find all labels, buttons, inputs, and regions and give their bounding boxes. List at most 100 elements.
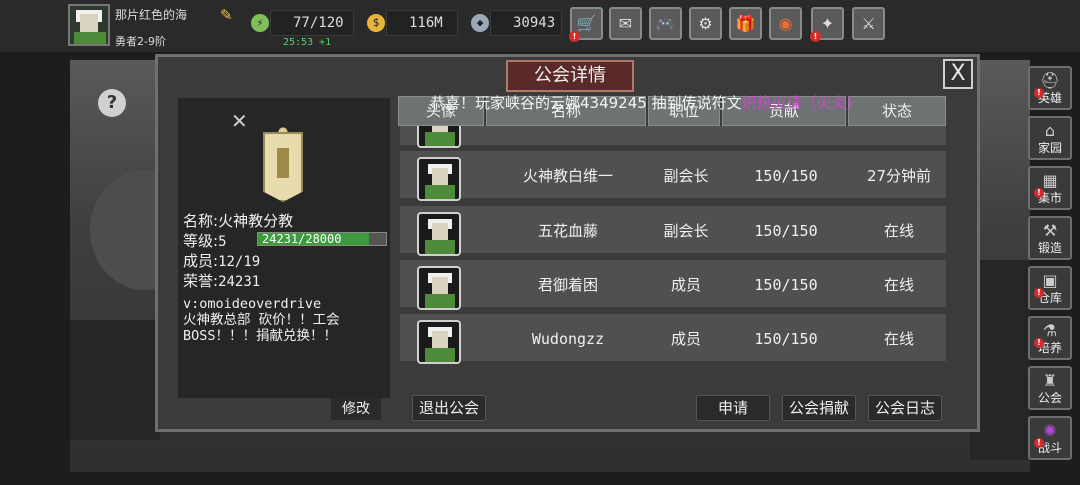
sword-burst-icon: ✦ xyxy=(820,14,835,33)
nav-home[interactable]: ⌂ 家园 xyxy=(1028,116,1072,160)
nav-guild[interactable]: ♜ 公会 xyxy=(1028,366,1072,410)
table-row[interactable]: 8486887 xyxy=(400,126,946,148)
guild-level-row: 等级:5 xyxy=(183,230,227,251)
announcement-highlight: 炽热火球（火炎） xyxy=(741,94,862,112)
edit-icon[interactable]: ✎ xyxy=(220,7,236,23)
nav-battle[interactable]: ✺! 战斗 xyxy=(1028,416,1072,460)
gift-icon: 🎁 xyxy=(735,14,756,33)
gear-icon: ⚙ xyxy=(698,14,713,33)
nav-hero[interactable]: ⛑! 英雄 xyxy=(1028,66,1072,110)
guild-icon: ♜ xyxy=(1042,371,1058,390)
stamina-display: ⚡ 77/120 xyxy=(251,10,354,36)
anvil-icon: ⚒ xyxy=(1042,221,1058,240)
member-avatar xyxy=(417,320,461,364)
table-row[interactable]: 火神教白维一 副会长 150/150 27分钟前 xyxy=(400,151,946,201)
house-icon: ⌂ xyxy=(1044,121,1056,140)
guild-name-label: 名称: xyxy=(183,212,219,230)
guild-members-row: 成员:12/19 xyxy=(183,250,260,271)
guild-banner-icon xyxy=(258,112,308,202)
guild-name-row: 名称:火神教分教 xyxy=(183,210,293,231)
nav-market[interactable]: ▦! 集市 xyxy=(1028,166,1072,210)
nav-forge-label: 锻造 xyxy=(1037,241,1062,255)
guild-notice: v:omoideoverdrive 火神教总部 砍价！！工会BOSS！！！捐献兑换… xyxy=(183,296,340,344)
member-name: 火神教白维一 xyxy=(522,167,613,185)
guild-members: 12/19 xyxy=(218,254,261,270)
member-contribution: 150/150 xyxy=(754,276,818,294)
question-icon: ? xyxy=(106,92,118,113)
close-small-icon[interactable]: ✕ xyxy=(231,109,248,133)
member-contribution: 150/150 xyxy=(754,167,818,185)
dialog-close-button[interactable]: X xyxy=(943,59,973,89)
color-wheel-icon: ◉ xyxy=(778,14,793,33)
member-position: 成员 xyxy=(670,276,701,294)
shop-cart-icon: 🛒 xyxy=(576,14,597,33)
table-row[interactable]: Wudongzz 成员 150/150 在线 xyxy=(400,314,946,364)
gold-coin-icon: $ xyxy=(367,14,385,32)
nav-forge[interactable]: ⚒ 锻造 xyxy=(1028,216,1072,260)
col-status: 状态 xyxy=(848,96,946,126)
alert-badge-icon: ! xyxy=(1034,438,1044,448)
alert-badge-icon: ! xyxy=(810,31,821,42)
guild-name: 火神教分教 xyxy=(218,212,294,230)
member-status: 27分钟前 xyxy=(866,167,932,185)
alert-badge-icon: ! xyxy=(1034,338,1044,348)
guild-honor: 24231 xyxy=(218,274,261,290)
member-status: 在线 xyxy=(883,276,914,294)
nav-warehouse[interactable]: ▣! 仓库 xyxy=(1028,266,1072,310)
gamepad-button[interactable]: 🎮 xyxy=(649,7,682,40)
mail-button[interactable]: ✉ xyxy=(609,7,642,40)
gold-value: 116M xyxy=(409,15,443,31)
gem-icon: ◆ xyxy=(471,14,489,32)
member-status: 在线 xyxy=(883,222,914,240)
gamepad-icon: 🎮 xyxy=(655,14,676,33)
shop-cart-button[interactable]: 🛒! xyxy=(569,7,603,42)
guild-level-label: 等级: xyxy=(183,232,219,250)
apply-button[interactable]: 申请 xyxy=(696,395,770,421)
member-name: 五花血藤 xyxy=(537,222,598,240)
announcement-text: 恭喜！玩家峡谷的云娜4349245 抽到传说符文 xyxy=(430,94,742,112)
member-name: Wudongzz xyxy=(531,330,605,348)
guild-log-button[interactable]: 公会日志 xyxy=(868,395,942,421)
leave-guild-button[interactable]: 退出公会 xyxy=(412,395,486,421)
member-list[interactable]: 8486887 火神教白维一 副会长 150/150 27分钟前 五花血藤 副会… xyxy=(400,126,946,366)
member-contribution: 150/150 xyxy=(754,222,818,240)
guild-honor-row: 荣誉:24231 xyxy=(183,270,260,291)
member-avatar xyxy=(417,126,461,148)
table-row[interactable]: 君御着困 成员 150/150 在线 xyxy=(400,260,946,310)
gold-display: $ 116M xyxy=(367,10,458,36)
battle-button[interactable]: ⚔ xyxy=(852,7,885,40)
help-button[interactable]: ? xyxy=(98,89,126,117)
crossed-swords-icon: ⚔ xyxy=(861,14,876,33)
member-contribution: 150/150 xyxy=(754,330,818,348)
guild-xp-bar: 24231/28000 xyxy=(257,232,387,246)
guild-donate-button[interactable]: 公会捐献 xyxy=(782,395,856,421)
sword-burst-button[interactable]: ✦! xyxy=(810,7,844,42)
dialog-title: 公会详情 xyxy=(506,60,634,92)
nav-train[interactable]: ⚗! 培养 xyxy=(1028,316,1072,360)
guild-honor-label: 荣誉: xyxy=(183,272,219,290)
guild-level: 5 xyxy=(218,234,227,250)
member-status: 在线 xyxy=(883,330,914,348)
gift-button[interactable]: 🎁 xyxy=(729,7,762,40)
guild-members-label: 成员: xyxy=(183,252,219,270)
stamina-timer: 25:53 +1 xyxy=(283,37,332,48)
settings-button[interactable]: ⚙ xyxy=(689,7,722,40)
member-position: 副会长 xyxy=(663,167,709,185)
alert-badge-icon: ! xyxy=(1034,188,1044,198)
gems-display: ◆ 30943 xyxy=(471,10,562,36)
member-name: 君御着困 xyxy=(537,276,598,294)
player-rank: 勇者2-9阶 xyxy=(115,35,166,48)
stamina-value: 77/120 xyxy=(293,15,344,31)
alert-badge-icon: ! xyxy=(1034,288,1044,298)
modify-button[interactable]: 修改 xyxy=(331,398,381,420)
member-position: 副会长 xyxy=(663,222,709,240)
nav-guild-label: 公会 xyxy=(1037,391,1062,405)
color-wheel-button[interactable]: ◉ xyxy=(769,7,802,40)
member-avatar xyxy=(417,157,461,201)
top-bar: 那片红色的海 ✎ 勇者2-9阶 ⚡ 77/120 25:53 +1 $ 116M… xyxy=(0,0,1080,52)
alert-badge-icon: ! xyxy=(1034,88,1044,98)
mail-icon: ✉ xyxy=(618,14,633,33)
table-row[interactable]: 五花血藤 副会长 150/150 在线 xyxy=(400,206,946,256)
player-avatar[interactable] xyxy=(68,4,110,46)
gems-value: 30943 xyxy=(513,15,556,31)
